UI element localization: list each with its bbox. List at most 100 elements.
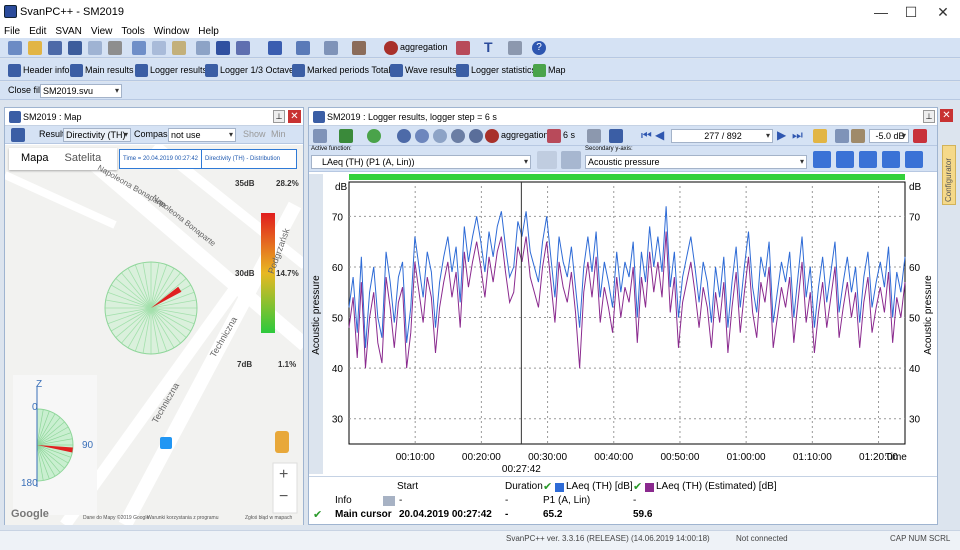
legend-box: Time = 20.04.2019 00:27:42 Directivity (…	[119, 149, 297, 169]
map-settings-icon[interactable]	[11, 128, 25, 142]
pen-icon[interactable]	[352, 41, 366, 55]
result-select[interactable]: Directivity (TH)	[63, 128, 131, 142]
menu-edit[interactable]: Edit	[29, 26, 46, 37]
logger-chart[interactable]: 30 30 40 40 50 50 60 60 70 70 00:10:00 00:20:00 00:3…	[309, 174, 937, 474]
zoom-y-icon[interactable]	[469, 129, 483, 143]
play-icon[interactable]	[813, 151, 831, 168]
help-icon[interactable]: ?	[532, 41, 546, 55]
wave-results-button[interactable]: Wave results	[390, 62, 457, 78]
filter-icon[interactable]	[324, 41, 338, 55]
grid-icon[interactable]	[313, 129, 327, 143]
menu-tools[interactable]: Tools	[121, 26, 144, 37]
export-icon[interactable]	[609, 129, 623, 143]
header-start: Start	[397, 481, 419, 492]
close-file-select[interactable]: SM2019.svu	[40, 84, 122, 98]
main-results-button[interactable]: Main results	[70, 62, 134, 78]
logger-results-button[interactable]: Logger results	[135, 62, 207, 78]
logger-pin-icon[interactable]: ⊥	[923, 110, 935, 123]
logger-aggregation-icon[interactable]	[485, 129, 499, 143]
refresh-icon[interactable]	[813, 129, 827, 143]
save-as-icon[interactable]	[88, 41, 102, 55]
link-icon[interactable]	[196, 41, 210, 55]
map-button[interactable]: Map	[533, 62, 566, 78]
probe-icon[interactable]	[216, 41, 230, 55]
scale-min-label: 7dB	[237, 360, 253, 369]
configurator-tab[interactable]: Configurator	[942, 145, 956, 205]
color-icon[interactable]	[367, 129, 381, 143]
text-icon[interactable]: T	[484, 39, 493, 55]
show-button[interactable]: Show	[243, 129, 266, 139]
first-record-icon[interactable]: ⏮	[641, 128, 652, 143]
chart-red-icon[interactable]	[913, 129, 927, 143]
magnify-icon[interactable]	[456, 41, 470, 55]
settings-gear-icon[interactable]	[905, 151, 923, 168]
calibrate-icon[interactable]	[851, 129, 865, 143]
cut-icon[interactable]	[132, 41, 146, 55]
maximize-button[interactable]: ☐	[896, 3, 926, 21]
menu-svan[interactable]: SVAN	[55, 26, 82, 37]
stop-icon[interactable]	[836, 151, 854, 168]
open-folder-icon[interactable]	[28, 41, 42, 55]
compass-select[interactable]: not use	[168, 128, 236, 142]
map-report-link[interactable]: Zgłoś błąd w mapach	[245, 515, 292, 521]
map-close-icon[interactable]: ✕	[288, 110, 301, 123]
x-tick-label: 00:40:00	[594, 452, 633, 463]
close-window-button[interactable]: ✕	[928, 3, 958, 21]
cursor-time-label: 00:27:42	[502, 464, 541, 474]
calculator-icon[interactable]	[268, 41, 282, 55]
table-view-icon[interactable]	[835, 129, 849, 143]
swap-icon[interactable]	[537, 151, 557, 169]
aggregation-label[interactable]: aggregation	[400, 42, 448, 52]
info-col2: -	[633, 495, 637, 506]
last-record-icon[interactable]: ⏭	[792, 128, 803, 143]
map-terms-link[interactable]: Warunki korzystania z programu	[147, 515, 219, 521]
info-dropdown-icon[interactable]	[383, 496, 395, 506]
info-col1: P1 (A, Lin)	[543, 495, 591, 506]
print-icon[interactable]	[108, 41, 122, 55]
zoom-out-button[interactable]: −	[279, 488, 288, 506]
logger-close-icon[interactable]: ✕	[940, 109, 953, 122]
menu-window[interactable]: Window	[154, 26, 190, 37]
tab-mapa[interactable]: Mapa	[9, 148, 61, 170]
device-icon[interactable]	[48, 41, 62, 55]
min-button[interactable]: Min	[271, 129, 286, 139]
table-icon[interactable]	[296, 41, 310, 55]
settings-icon[interactable]	[508, 41, 522, 55]
zoom-fit-icon[interactable]	[433, 129, 447, 143]
cursor-start: 20.04.2019 00:27:42	[399, 509, 492, 520]
menu-help[interactable]: Help	[198, 26, 219, 37]
wave-icon[interactable]	[236, 41, 250, 55]
pin-icon[interactable]: ⊥	[273, 110, 285, 123]
marked-periods-button[interactable]: Marked periods Totals	[292, 62, 395, 78]
offset-field[interactable]: -5.0 dB	[869, 129, 909, 143]
active-function-select[interactable]: LAeq (TH) (P1 (A, Lin))	[311, 155, 531, 169]
copy-icon[interactable]	[152, 41, 166, 55]
prev-record-icon[interactable]: ◀	[655, 128, 664, 142]
aggregation-icon[interactable]	[384, 41, 398, 55]
app-window: SvanPC++ - SM2019 — ☐ ✕ File Edit SVAN V…	[0, 0, 960, 550]
zoom-icon[interactable]	[397, 129, 411, 143]
rewind-icon[interactable]	[859, 151, 877, 168]
new-icon[interactable]	[8, 41, 22, 55]
pegman-icon[interactable]	[275, 431, 289, 453]
logger-octave-button[interactable]: Logger 1/3 Octave	[205, 62, 294, 78]
record-counter[interactable]: 277 / 892	[671, 129, 773, 143]
marker-icon[interactable]	[587, 129, 601, 143]
save-icon[interactable]	[68, 41, 82, 55]
paste-icon[interactable]	[172, 41, 186, 55]
header-info-button[interactable]: Header info	[8, 62, 70, 78]
logger-statistics-button[interactable]: Logger statistics	[456, 62, 536, 78]
zoom-out-icon[interactable]	[415, 129, 429, 143]
minimize-button[interactable]: —	[866, 3, 896, 21]
menu-file[interactable]: File	[4, 26, 20, 37]
step-icon[interactable]	[547, 129, 561, 143]
chart-type-icon[interactable]	[339, 129, 353, 143]
forward-icon[interactable]	[882, 151, 900, 168]
logger-aggregation-label[interactable]: aggregation	[501, 130, 549, 140]
secondary-swap-icon[interactable]	[561, 151, 581, 169]
menu-view[interactable]: View	[91, 26, 113, 37]
zoom-x-icon[interactable]	[451, 129, 465, 143]
next-record-icon[interactable]: ▶	[777, 128, 786, 142]
zoom-in-button[interactable]: +	[279, 466, 288, 484]
secondary-axis-select[interactable]: Acoustic pressure	[585, 155, 807, 169]
